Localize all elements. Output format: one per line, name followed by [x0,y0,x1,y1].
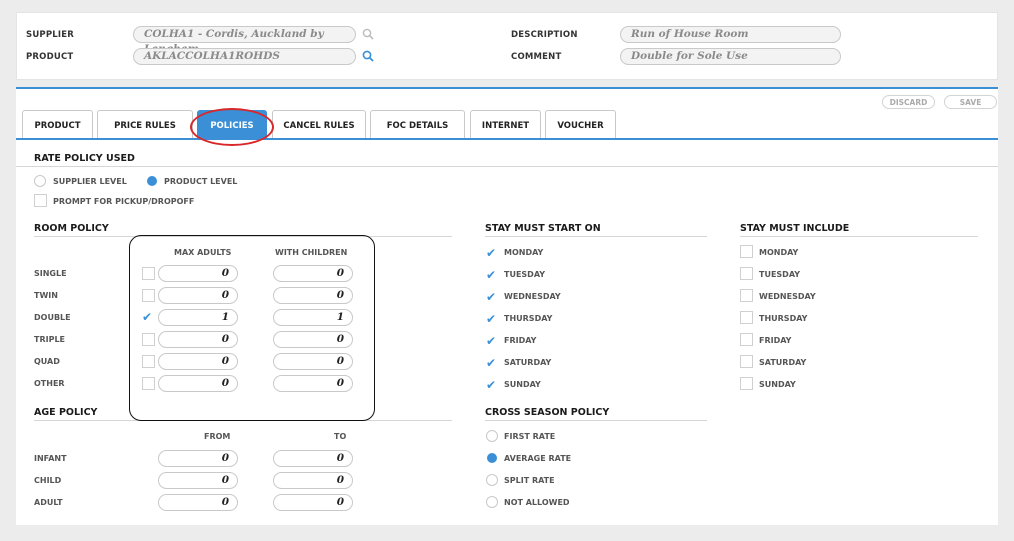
product-level-label: PRODUCT LEVEL [164,177,238,186]
room-label: SINGLE [34,269,67,278]
from-input[interactable]: 0 [158,450,238,467]
supplier-search-icon[interactable] [362,28,374,40]
average-rate-radio[interactable] [487,453,497,463]
save-button[interactable]: SAVE [944,95,997,109]
to-input[interactable]: 0 [273,472,353,489]
age-label: CHILD [34,476,62,485]
tab-internet[interactable]: INTERNET [470,110,541,140]
stay-start-day: WEDNESDAY [504,292,561,301]
check-icon[interactable]: ✔ [486,335,496,347]
stay-start-day: TUESDAY [504,270,546,279]
tab-foc-details[interactable]: FOC DETAILS [370,110,465,140]
comment-label: COMMENT [511,52,562,62]
prompt-pickup-label: PROMPT FOR PICKUP/DROPOFF [53,197,195,206]
divider [16,166,998,167]
stay-include-day: THURSDAY [759,314,808,323]
include-day-checkbox[interactable] [740,289,753,302]
room-label: OTHER [34,379,65,388]
check-icon[interactable]: ✔ [486,313,496,325]
comment-field[interactable]: Double for Sole Use [620,48,841,65]
stay-start-day: MONDAY [504,248,544,257]
room-label: QUAD [34,357,60,366]
cross-season-option: AVERAGE RATE [504,454,572,463]
cross-season-option: SPLIT RATE [504,476,555,485]
stay-include-day: WEDNESDAY [759,292,816,301]
supplier-field[interactable]: COLHA1 - Cordis, Auckland by Langham [133,26,356,55]
check-icon[interactable]: ✔ [486,269,496,281]
cross-season-title: CROSS SEASON POLICY [485,407,610,418]
stay-include-title: STAY MUST INCLUDE [740,223,850,234]
room-label: DOUBLE [34,313,71,322]
policies-tab-highlight-oval [190,108,274,146]
not-allowed-radio[interactable] [486,496,498,508]
tab-underline [16,138,998,140]
rate-policy-title: RATE POLICY USED [34,153,135,164]
stay-include-day: TUESDAY [759,270,801,279]
from-input[interactable]: 0 [158,494,238,511]
divider [485,236,707,237]
discard-button[interactable]: DISCARD [882,95,935,109]
room-policy-highlight-box [129,235,375,421]
tab-cancel-rules[interactable]: CANCEL RULES [272,110,366,140]
age-label: ADULT [34,498,63,507]
split-rate-radio[interactable] [486,474,498,486]
description-label: DESCRIPTION [511,30,578,40]
check-icon[interactable]: ✔ [486,357,496,369]
stay-start-day: THURSDAY [504,314,553,323]
age-label: INFANT [34,454,67,463]
description-field[interactable]: Run of House Room [620,26,841,43]
supplier-level-radio[interactable] [34,175,46,187]
include-day-checkbox[interactable] [740,355,753,368]
include-day-checkbox[interactable] [740,377,753,390]
divider [485,420,707,421]
to-input[interactable]: 0 [273,494,353,511]
room-label: TRIPLE [34,335,66,344]
product-level-radio[interactable] [147,176,157,186]
age-policy-title: AGE POLICY [34,407,98,418]
stay-start-day: SATURDAY [504,358,552,367]
from-input[interactable]: 0 [158,472,238,489]
tab-price-rules[interactable]: PRICE RULES [97,110,193,140]
prompt-pickup-checkbox[interactable] [34,194,47,207]
divider [740,236,978,237]
stay-include-day: SATURDAY [759,358,807,367]
supplier-label: SUPPLIER [26,30,75,40]
stay-include-day: SUNDAY [759,380,796,389]
cross-season-option: FIRST RATE [504,432,556,441]
include-day-checkbox[interactable] [740,267,753,280]
first-rate-radio[interactable] [486,430,498,442]
product-search-icon[interactable] [362,50,374,62]
include-day-checkbox[interactable] [740,245,753,258]
room-policy-title: ROOM POLICY [34,223,109,234]
cross-season-option: NOT ALLOWED [504,498,570,507]
stay-include-day: FRIDAY [759,336,792,345]
supplier-level-label: SUPPLIER LEVEL [53,177,127,186]
stay-start-day: SUNDAY [504,380,541,389]
check-icon[interactable]: ✔ [486,379,496,391]
check-icon[interactable]: ✔ [486,247,496,259]
tab-voucher[interactable]: VOUCHER [545,110,616,140]
product-field[interactable]: AKLACCOLHA1ROHDS [133,48,356,65]
to-header: TO [334,432,347,441]
from-header: FROM [204,432,231,441]
check-icon[interactable]: ✔ [486,291,496,303]
product-label: PRODUCT [26,52,74,62]
include-day-checkbox[interactable] [740,333,753,346]
stay-start-title: STAY MUST START ON [485,223,601,234]
tab-product[interactable]: PRODUCT [22,110,93,140]
stay-start-day: FRIDAY [504,336,537,345]
stay-include-day: MONDAY [759,248,799,257]
room-label: TWIN [34,291,58,300]
include-day-checkbox[interactable] [740,311,753,324]
to-input[interactable]: 0 [273,450,353,467]
